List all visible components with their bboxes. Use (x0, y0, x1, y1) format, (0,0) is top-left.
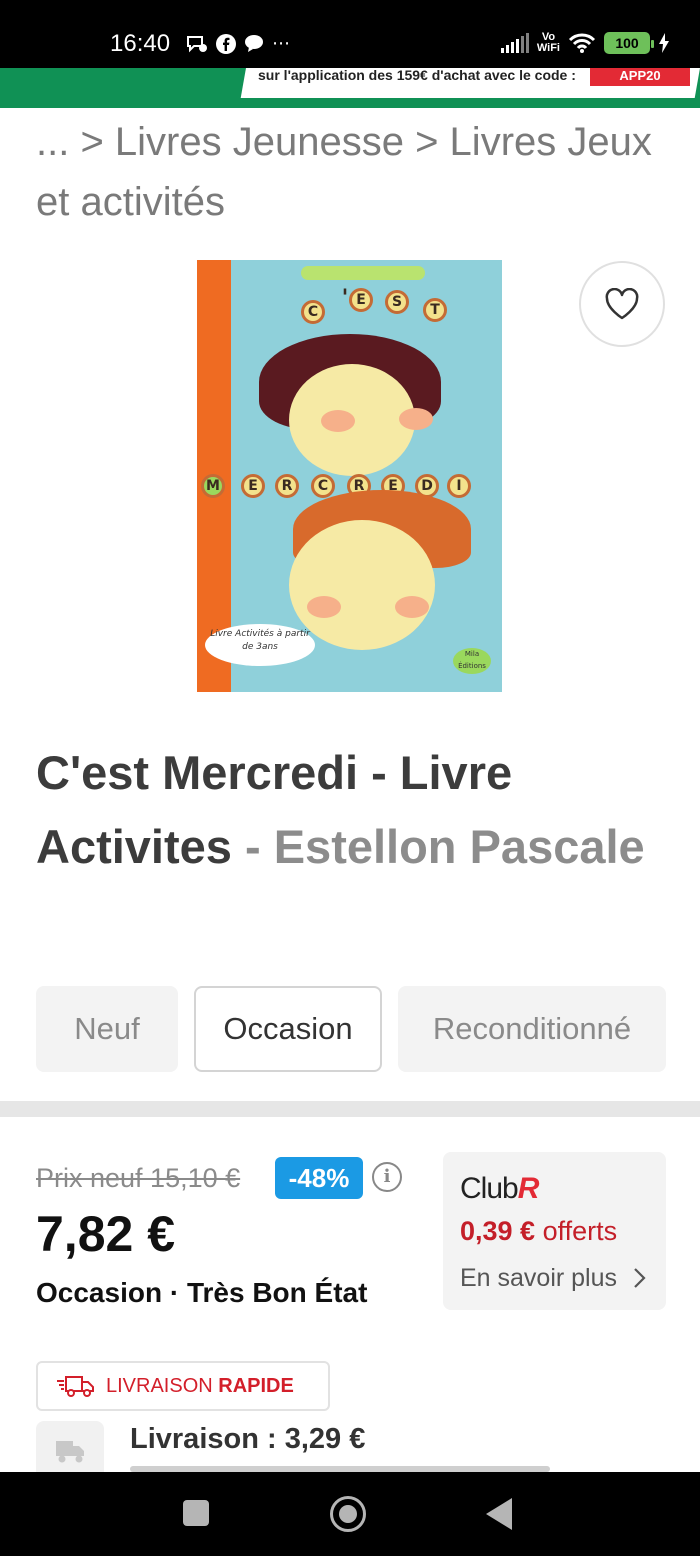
cover-letter: T (423, 298, 447, 322)
promo-banner[interactable]: sur l'application des 159€ d'achat avec … (0, 68, 700, 108)
price: 7,82 € (36, 1206, 176, 1262)
club-r-card[interactable]: ClubR 0,39 € offerts En savoir plus (443, 1152, 666, 1310)
delivery-details-cutoff (130, 1462, 550, 1472)
product-cover-image[interactable]: C ' E S T M E R C R E D I Livre Activité… (197, 260, 502, 692)
info-icon[interactable]: i (372, 1162, 402, 1192)
cover-boy-face (289, 520, 435, 650)
more-icon: ⋯ (272, 33, 290, 54)
promo-text: sur l'application des 159€ d'achat avec … (258, 68, 576, 83)
heart-icon (605, 288, 639, 320)
system-status: Vo WiFi 100 (500, 31, 670, 54)
cover-bubble: Livre Activités à partir de 3ans (205, 624, 315, 666)
system-nav-bar (0, 1472, 700, 1556)
product-title: C'est Mercredi - Livre Activites - Estel… (36, 746, 645, 873)
club-r-logo: ClubR (460, 1172, 539, 1205)
notification-icons: ⋯ (186, 32, 290, 56)
message-icon (187, 36, 207, 53)
delivery-price: Livraison : 3,29 € (130, 1423, 366, 1455)
cover-letter: C (301, 300, 325, 324)
item-condition: Occasion · Très Bon État (36, 1277, 368, 1308)
signal-icon (500, 33, 529, 53)
back-button[interactable] (486, 1498, 512, 1530)
tab-occasion[interactable]: Occasion (194, 986, 382, 1072)
vowifi-icon: Vo WiFi (536, 31, 560, 54)
charging-icon (659, 33, 669, 53)
breadcrumb[interactable]: ... > Livres Jeunesse > Livres Jeux et a… (36, 112, 676, 232)
cover-letter: M (201, 474, 225, 498)
cover-letter: R (275, 474, 299, 498)
truck-icon (56, 1441, 84, 1463)
cover-publisher-logo: Mila Éditions (453, 648, 491, 674)
wifi-icon (568, 33, 596, 53)
cover-letter: E (349, 288, 373, 312)
recent-apps-button[interactable] (183, 1500, 209, 1526)
learn-more-link[interactable]: En savoir plus (460, 1264, 617, 1293)
promo-code: APP20 (590, 68, 690, 86)
facebook-icon (216, 34, 236, 54)
chat-icon (245, 35, 263, 52)
home-button[interactable] (330, 1496, 366, 1532)
chevron-right-icon (634, 1268, 646, 1288)
cover-letter: S (385, 290, 409, 314)
tab-reconditionne[interactable]: Reconditionné (398, 986, 666, 1072)
battery-icon: 100 (604, 32, 654, 54)
cover-letter: I (447, 474, 471, 498)
favorite-button[interactable] (579, 261, 665, 347)
section-divider (0, 1101, 700, 1117)
fast-truck-icon (57, 1376, 94, 1397)
fast-delivery-badge: LIVRAISON RAPIDE (36, 1361, 330, 1411)
cover-letter: E (241, 474, 265, 498)
cover-letter: C (311, 474, 335, 498)
status-time: 16:40 (110, 30, 171, 57)
tab-neuf[interactable]: Neuf (36, 986, 178, 1072)
product-author[interactable]: Estellon Pascale (274, 820, 645, 873)
status-bar: 16:40 ⋯ Vo WiFi 100 (0, 0, 700, 68)
club-offer: 0,39 € offerts (460, 1216, 618, 1246)
discount-badge: -48% (275, 1157, 363, 1199)
original-price: Prix neuf 15,10 € (36, 1163, 241, 1193)
